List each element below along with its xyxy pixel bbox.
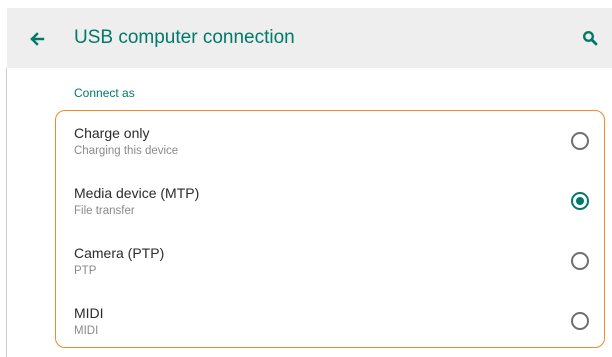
option-title: MIDI [74,305,104,321]
option-title: Charge only [74,125,150,141]
option-title: Media device (MTP) [74,185,200,201]
search-button[interactable] [578,26,602,50]
option-media-device-mtp[interactable]: Media device (MTP) File transfer [56,173,604,233]
option-camera-ptp[interactable]: Camera (PTP) PTP [56,233,604,293]
app-bar: USB computer connection [7,8,612,68]
usb-connection-screen: USB computer connection Connect as Charg… [0,0,612,357]
arrow-left-icon [30,32,45,46]
back-button[interactable] [25,27,49,51]
option-charge-only[interactable]: Charge only Charging this device [56,113,604,173]
connection-options-group: Charge only Charging this device Media d… [55,110,605,348]
option-title: Camera (PTP) [74,245,165,261]
page-title: USB computer connection [74,27,295,48]
radio-button[interactable] [571,312,589,330]
radio-button[interactable] [571,252,589,270]
search-icon [582,30,598,46]
option-midi[interactable]: MIDI MIDI [56,293,604,353]
section-header-connect-as: Connect as [74,86,135,100]
option-subtitle: File transfer [74,205,135,217]
option-subtitle: PTP [74,265,97,277]
radio-button[interactable] [571,132,589,150]
option-subtitle: MIDI [74,325,99,337]
radio-button-selected[interactable] [571,192,589,210]
option-subtitle: Charging this device [74,145,179,157]
divider [6,68,7,357]
